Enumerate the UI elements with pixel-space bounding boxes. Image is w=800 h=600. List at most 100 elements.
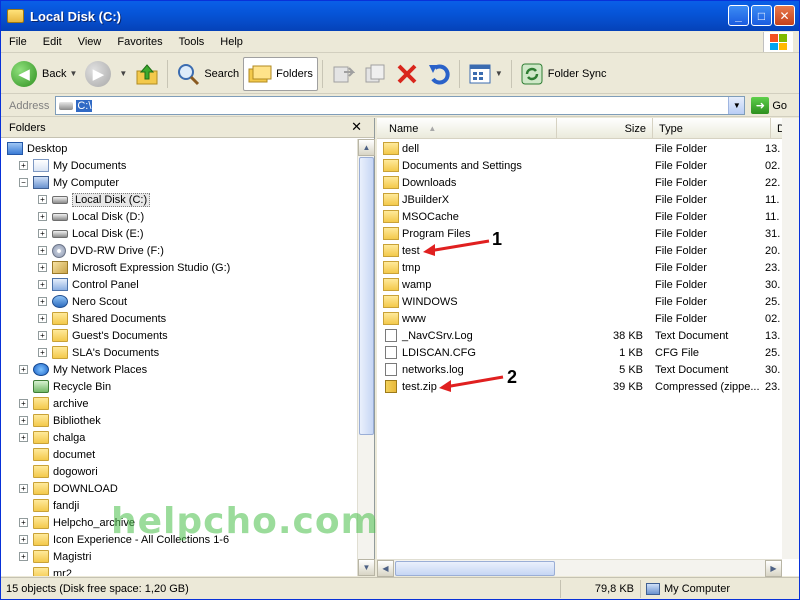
folder-sync-button[interactable]: Folder Sync	[516, 57, 611, 91]
tree-item[interactable]: + Microsoft Expression Studio (G:)	[38, 259, 230, 276]
file-row[interactable]: www File Folder 02.	[377, 310, 799, 327]
folders-pane-header: Folders ✕	[1, 118, 374, 138]
expand-icon[interactable]: +	[19, 416, 28, 425]
file-row[interactable]: Documents and Settings File Folder 02.	[377, 157, 799, 174]
address-input[interactable]: C:\ ▼	[55, 96, 746, 115]
scroll-left-icon[interactable]: ◀	[377, 560, 394, 577]
tree-item[interactable]: + DVD-RW Drive (F:)	[38, 242, 164, 259]
menu-favorites[interactable]: Favorites	[109, 36, 170, 48]
expand-icon[interactable]: +	[38, 280, 47, 289]
tree-item[interactable]: + Guest's Documents	[38, 327, 168, 344]
menu-file[interactable]: File	[1, 36, 35, 48]
file-row[interactable]: WINDOWS File Folder 25.	[377, 293, 799, 310]
tree-item[interactable]: + Bibliothek	[19, 412, 101, 429]
tree-item[interactable]: + archive	[19, 395, 88, 412]
column-name[interactable]: Name ▲	[377, 118, 557, 139]
expand-icon[interactable]: +	[38, 229, 47, 238]
tree-item[interactable]: dogowori	[19, 463, 98, 480]
tree-item[interactable]: mr2	[19, 565, 72, 576]
expand-icon[interactable]: +	[19, 484, 28, 493]
scroll-thumb[interactable]	[359, 157, 374, 435]
menu-view[interactable]: View	[70, 36, 110, 48]
expand-icon[interactable]: +	[19, 518, 28, 527]
go-button[interactable]: ➜ Go	[751, 97, 787, 114]
back-button[interactable]: ◀ Back ▼	[7, 57, 81, 91]
tree-item[interactable]: fandji	[19, 497, 79, 514]
chevron-down-icon[interactable]: ▼	[119, 69, 127, 78]
file-row[interactable]: LDISCAN.CFG 1 KB CFG File 25.	[377, 344, 799, 361]
chevron-down-icon[interactable]: ▼	[728, 97, 745, 114]
folders-button[interactable]: Folders	[243, 56, 318, 91]
tree-item[interactable]: + chalga	[19, 429, 85, 446]
minimize-button[interactable]: _	[728, 5, 749, 26]
expand-icon[interactable]: +	[19, 161, 28, 170]
file-row[interactable]: JBuilderX File Folder 11.	[377, 191, 799, 208]
expand-icon[interactable]: +	[38, 314, 47, 323]
forward-button[interactable]: ▶ ▼	[81, 57, 131, 91]
tree-item[interactable]: documet	[19, 446, 95, 463]
file-row[interactable]: tmp File Folder 23.	[377, 259, 799, 276]
tree-item[interactable]: + My Network Places	[19, 361, 147, 378]
file-list-scrollbar[interactable]: ◀ ▶	[377, 559, 782, 577]
file-row[interactable]: wamp File Folder 30.	[377, 276, 799, 293]
menu-edit[interactable]: Edit	[35, 36, 70, 48]
collapse-icon[interactable]: −	[19, 178, 28, 187]
tree-item[interactable]: Desktop	[7, 140, 67, 157]
tree-item[interactable]: + Local Disk (E:)	[38, 225, 144, 242]
search-button[interactable]: Search	[172, 57, 243, 91]
close-button[interactable]: ✕	[774, 5, 795, 26]
tree-item[interactable]: + DOWNLOAD	[19, 480, 118, 497]
tree-item[interactable]: + Shared Documents	[38, 310, 166, 327]
undo-button[interactable]	[423, 57, 455, 91]
delete-button[interactable]	[391, 57, 423, 91]
expand-icon[interactable]: +	[19, 433, 28, 442]
scroll-thumb[interactable]	[395, 561, 555, 576]
menu-tools[interactable]: Tools	[171, 36, 213, 48]
views-button[interactable]: ▼	[464, 57, 507, 91]
expand-icon[interactable]: +	[19, 399, 28, 408]
views-icon	[469, 64, 491, 83]
file-row[interactable]: test.zip 39 KB Compressed (zippe... 23.	[377, 378, 799, 395]
expand-icon[interactable]: +	[38, 297, 47, 306]
tree-item[interactable]: + Magistri	[19, 548, 92, 565]
expand-icon[interactable]: +	[38, 195, 47, 204]
expand-icon[interactable]: +	[38, 263, 47, 272]
scroll-up-icon[interactable]: ▲	[358, 139, 375, 156]
expand-icon[interactable]: +	[19, 535, 28, 544]
tree-item[interactable]: + My Documents	[19, 157, 126, 174]
up-button[interactable]	[131, 57, 163, 91]
tree-item[interactable]: + Control Panel	[38, 276, 139, 293]
file-row[interactable]: MSOCache File Folder 11.	[377, 208, 799, 225]
expand-icon[interactable]: +	[19, 552, 28, 561]
expand-icon[interactable]: +	[19, 365, 28, 374]
tree-item[interactable]: + Nero Scout	[38, 293, 127, 310]
file-row[interactable]: dell File Folder 13.	[377, 140, 799, 157]
file-row[interactable]: Downloads File Folder 22.	[377, 174, 799, 191]
maximize-button[interactable]: □	[751, 5, 772, 26]
expand-icon[interactable]: +	[38, 246, 47, 255]
move-to-button[interactable]	[327, 57, 359, 91]
scroll-down-icon[interactable]: ▼	[358, 559, 375, 576]
expand-icon[interactable]: +	[38, 212, 47, 221]
tree-item[interactable]: − My Computer	[19, 174, 119, 191]
expand-icon[interactable]: +	[38, 331, 47, 340]
file-row[interactable]: Program Files File Folder 31.	[377, 225, 799, 242]
folder-icon	[383, 244, 399, 257]
copy-to-button[interactable]	[359, 57, 391, 91]
file-row[interactable]: networks.log 5 KB Text Document 30.	[377, 361, 799, 378]
tree-item[interactable]: + SLA's Documents	[38, 344, 159, 361]
tree-item[interactable]: + Local Disk (C:)	[38, 191, 151, 208]
tree-item[interactable]: + Local Disk (D:)	[38, 208, 144, 225]
expand-icon[interactable]: +	[38, 348, 47, 357]
chevron-down-icon[interactable]: ▼	[495, 69, 503, 78]
scroll-right-icon[interactable]: ▶	[765, 560, 782, 577]
file-row[interactable]: test File Folder 20.	[377, 242, 799, 259]
column-type[interactable]: Type	[653, 118, 771, 139]
column-size[interactable]: Size	[557, 118, 653, 139]
close-icon[interactable]: ✕	[351, 119, 362, 135]
tree-item[interactable]: Recycle Bin	[19, 378, 111, 395]
title-bar[interactable]: Local Disk (C:) _ □ ✕	[1, 1, 799, 31]
menu-help[interactable]: Help	[212, 36, 251, 48]
file-row[interactable]: _NavCSrv.Log 38 KB Text Document 13.	[377, 327, 799, 344]
chevron-down-icon[interactable]: ▼	[69, 69, 77, 78]
